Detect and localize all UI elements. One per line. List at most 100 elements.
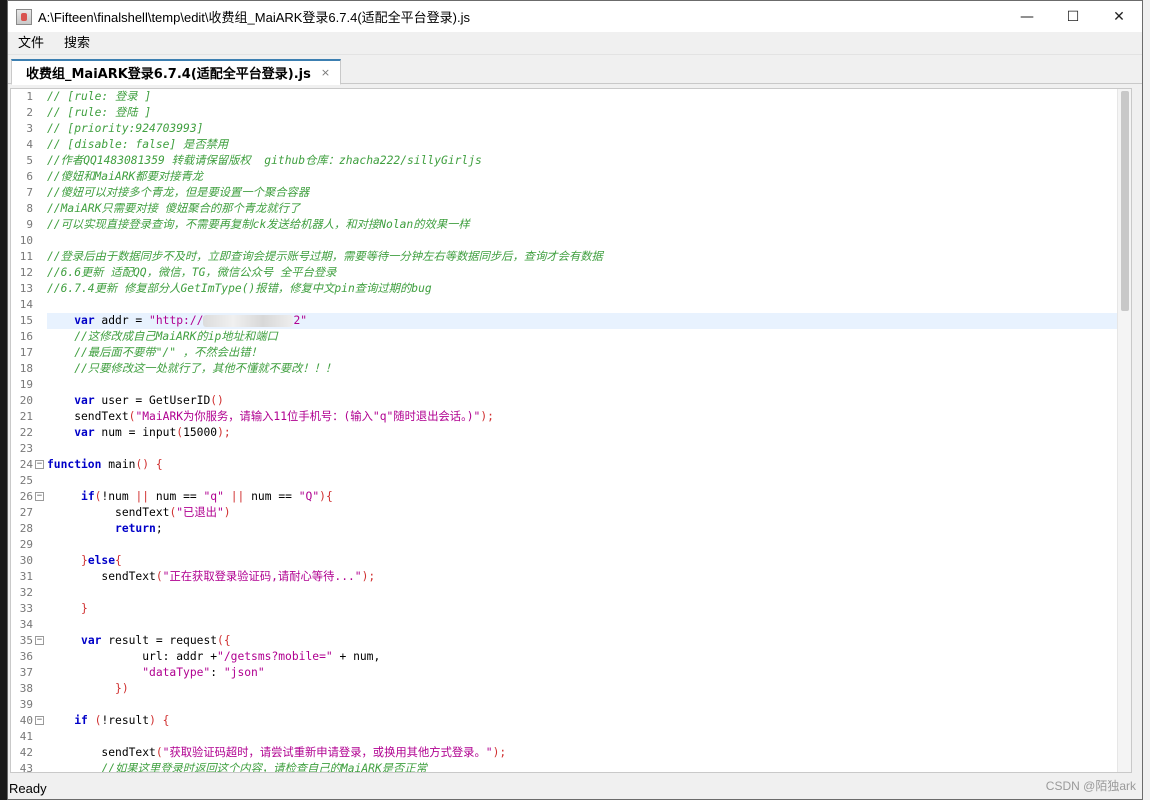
code-token: + num, <box>332 650 381 663</box>
code-token: sendText <box>47 746 156 759</box>
fold-toggle-icon[interactable]: − <box>35 460 44 469</box>
code-text: //MaiARK只需要对接 傻妞聚合的那个青龙就行了 <box>47 202 301 215</box>
code-token: ) <box>223 506 231 519</box>
line-number: 23 <box>19 442 33 455</box>
code-line[interactable]: 10 <box>20 233 1117 249</box>
code-line[interactable]: 27 sendText("已退出") <box>20 505 1117 521</box>
code-token: 2" <box>293 314 308 327</box>
code-line[interactable]: 32 <box>20 585 1117 601</box>
code-line[interactable]: 23 <box>20 441 1117 457</box>
code-line[interactable]: 5 //作者QQ1483081359 转载请保留版权 github仓库：zhach… <box>26 153 1117 169</box>
code-token: } <box>81 602 88 615</box>
code-token: return <box>115 522 156 535</box>
maximize-button[interactable]: ☐ <box>1050 1 1096 32</box>
code-token: ) <box>149 714 156 727</box>
code-line[interactable]: 11 //登录后由于数据同步不及时，立即查询会提示账号过期，需要等待一分钟左右等数… <box>20 249 1117 265</box>
code-line[interactable]: 30 }else{ <box>20 553 1117 569</box>
line-number: 38 <box>19 682 33 695</box>
code-editor[interactable]: 1 // [rule: 登录 ] 2 // [rule: 登陆 ] 3 // [prior… <box>10 88 1132 773</box>
code-line[interactable]: 29 <box>20 537 1117 553</box>
line-number: 10 <box>19 234 33 247</box>
code-token: { <box>149 458 163 471</box>
code-line[interactable]: 19 <box>20 377 1117 393</box>
code-line[interactable]: 16 //这修改成自己MaiARK的ip地址和端口 <box>20 329 1117 345</box>
code-line[interactable]: 22 var num = input(15000); <box>20 425 1117 441</box>
fold-toggle-icon[interactable]: − <box>35 716 44 725</box>
code-token: else <box>87 554 116 567</box>
code-token: () <box>210 394 224 407</box>
code-token: ); <box>217 426 231 439</box>
code-token: num == <box>244 490 299 503</box>
menu-file[interactable]: 文件 <box>8 32 54 55</box>
code-line[interactable]: 15 var addr = "http:// 2" <box>20 313 1117 329</box>
line-number: 13 <box>19 282 33 295</box>
code-token: if <box>81 490 95 503</box>
code-line[interactable]: 37 "dataType": "json" <box>20 665 1117 681</box>
line-number: 1 <box>26 90 33 103</box>
background-right <box>1143 0 1150 800</box>
code-line[interactable]: 25 <box>20 473 1117 489</box>
line-number: 43 <box>19 762 33 773</box>
code-line[interactable]: 42 sendText("获取验证码超时，请尝试重新申请登录，或换用其他方式登录… <box>20 745 1117 761</box>
code-line[interactable]: 39 <box>20 697 1117 713</box>
redacted-ip <box>203 315 294 327</box>
scrollbar-thumb[interactable] <box>1121 91 1129 311</box>
code-line[interactable]: 12 //6.6更新 适配QQ，微信，TG，微信公众号 全平台登录 <box>20 265 1117 281</box>
menu-search[interactable]: 搜索 <box>54 32 100 55</box>
code-line[interactable]: 24− function main() { <box>20 457 1117 473</box>
code-line[interactable]: 33 } <box>20 601 1117 617</box>
code-text: //登录后由于数据同步不及时，立即查询会提示账号过期，需要等待一分钟左右等数据同… <box>47 250 603 263</box>
code-line[interactable]: 13 //6.7.4更新 修复部分人GetImType()报错，修复中文pin查询… <box>20 281 1117 297</box>
code-line[interactable]: 38 }) <box>20 681 1117 697</box>
code-line[interactable]: 14 <box>20 297 1117 313</box>
tab-file[interactable]: 收费组_MaiARK登录6.7.4(适配全平台登录).js × <box>11 59 342 85</box>
code-line[interactable]: 8 //MaiARK只需要对接 傻妞聚合的那个青龙就行了 <box>26 201 1117 217</box>
line-number: 8 <box>26 202 33 215</box>
code-token: sendText <box>47 506 170 519</box>
code-line[interactable]: 1 // [rule: 登录 ] <box>26 89 1117 105</box>
code-line[interactable]: 6 //傻妞和MaiARK都要对接青龙 <box>26 169 1117 185</box>
minimize-button[interactable]: — <box>1004 1 1050 32</box>
title-bar[interactable]: A:\Fifteen\finalshell\temp\edit\收费组_MaiA… <box>8 1 1142 32</box>
tab-close-icon[interactable]: × <box>321 66 330 79</box>
code-line[interactable]: 35− var result = request({ <box>20 633 1117 649</box>
code-line[interactable]: 34 <box>20 617 1117 633</box>
code-token: ); <box>480 410 494 423</box>
code-line[interactable]: 26− if(!num || num == "q" || num == "Q")… <box>20 489 1117 505</box>
code-line[interactable]: 31 sendText("正在获取登录验证码,请耐心等待..."); <box>20 569 1117 585</box>
fold-toggle-icon[interactable]: − <box>35 492 44 501</box>
line-number: 25 <box>19 474 33 487</box>
code-line[interactable]: 40− if (!result) { <box>20 713 1117 729</box>
code-line[interactable]: 43 //如果这里登录时返回这个内容，请检查自己的MaiARK是否正常 <box>20 761 1117 772</box>
line-number: 36 <box>19 650 33 663</box>
code-line[interactable]: 28 return; <box>20 521 1117 537</box>
code-token: ); <box>361 570 376 583</box>
code-line[interactable]: 41 <box>20 729 1117 745</box>
editor-window: A:\Fifteen\finalshell\temp\edit\收费组_MaiA… <box>7 0 1143 800</box>
code-line[interactable]: 3 // [priority:924703993] <box>26 121 1117 137</box>
code-line[interactable]: 9 //可以实现直接登录查询，不需要再复制ck发送给机器人，和对接Nolan的效果… <box>26 217 1117 233</box>
code-line[interactable]: 18 //只要修改这一处就行了，其他不懂就不要改！！！ <box>20 361 1117 377</box>
fold-toggle-icon[interactable]: − <box>35 636 44 645</box>
line-number: 31 <box>19 570 33 583</box>
code-token: || <box>135 490 150 503</box>
code-line[interactable]: 4 // [disable: false] 是否禁用 <box>26 137 1117 153</box>
code-line[interactable]: 7 //傻妞可以对接多个青龙，但是要设置一个聚合容器 <box>26 185 1117 201</box>
code-line[interactable]: 20 var user = GetUserID() <box>20 393 1117 409</box>
code-line[interactable]: 17 //最后面不要带"/" ，不然会出错！ <box>20 345 1117 361</box>
code-token: 15000 <box>183 426 218 439</box>
code-token: var <box>74 426 95 439</box>
code-line[interactable]: 36 url: addr +"/getsms?mobile=" + num, <box>20 649 1117 665</box>
vertical-scrollbar[interactable] <box>1117 89 1131 772</box>
code-line[interactable]: 21 sendText("MaiARK为你服务，请输入11位手机号：(输入"q"… <box>20 409 1117 425</box>
code-line[interactable]: 2 // [rule: 登陆 ] <box>26 105 1117 121</box>
code-area[interactable]: 1 // [rule: 登录 ] 2 // [rule: 登陆 ] 3 // [prior… <box>20 89 1117 772</box>
close-button[interactable]: ✕ <box>1096 1 1142 32</box>
